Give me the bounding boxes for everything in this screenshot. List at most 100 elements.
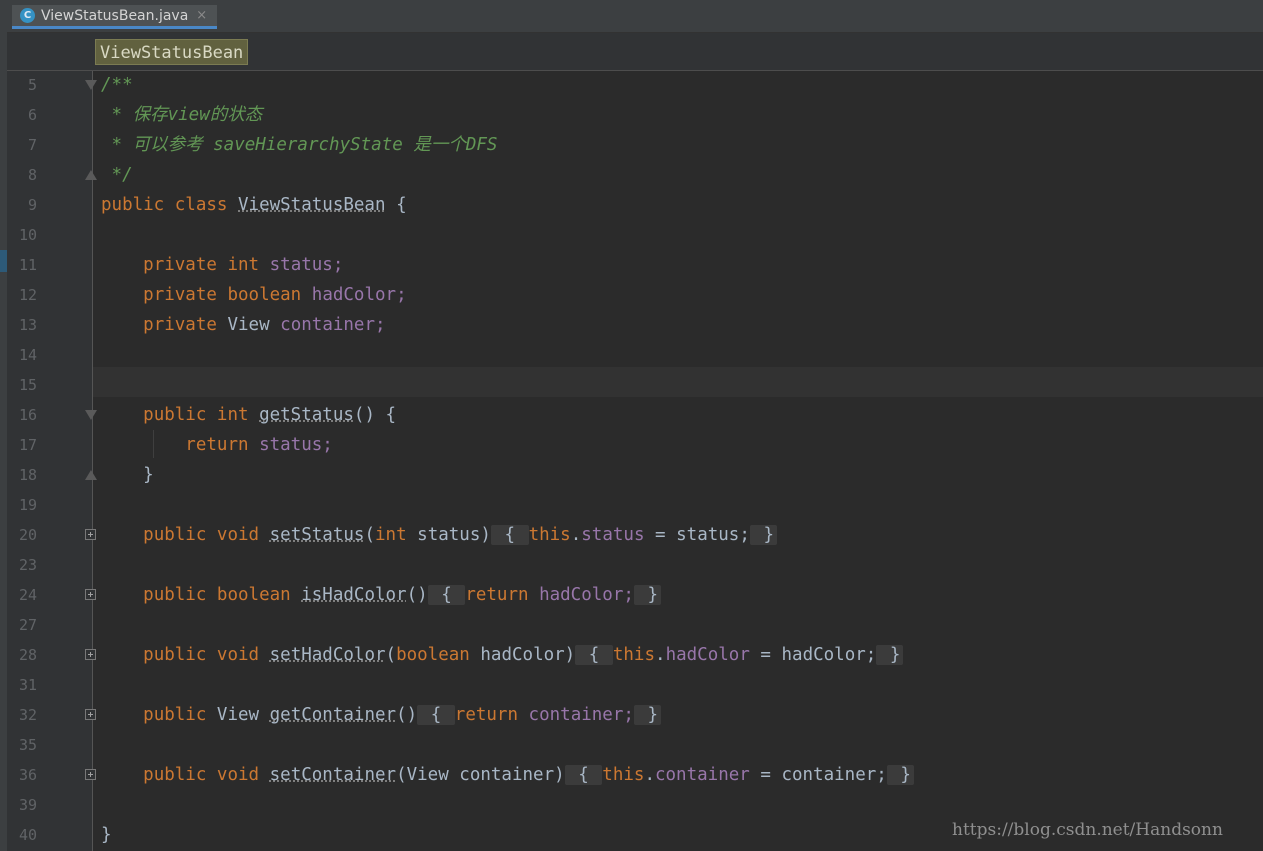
line-number: 11: [18, 256, 37, 274]
comment: /**: [101, 75, 133, 95]
keyword: int: [227, 255, 260, 275]
folded-region[interactable]: {: [427, 585, 466, 605]
code-line-12: private boolean hadColor;: [101, 280, 1261, 310]
line-number: 13: [18, 316, 37, 334]
code-line-5: /**: [101, 70, 1261, 100]
breadcrumb-class[interactable]: ViewStatusBean: [95, 39, 249, 65]
structure-marker: [0, 250, 7, 272]
expand-fold-icon[interactable]: [85, 709, 96, 720]
line-number: 24: [18, 586, 37, 604]
code-line-24: public boolean isHadColor() { return had…: [101, 580, 1261, 610]
code-line-27: [101, 610, 1261, 640]
code-line-32: public View getContainer() { return cont…: [101, 700, 1261, 730]
line-number: 39: [18, 796, 37, 814]
line-number: 17: [18, 436, 37, 454]
fold-end-icon[interactable]: [85, 170, 97, 180]
line-number: 8: [27, 166, 37, 184]
line-number: 19: [18, 496, 37, 514]
method-name: getContainer: [269, 705, 397, 725]
line-number: 40: [18, 826, 37, 844]
code-line-16: public int getStatus() {: [101, 400, 1261, 430]
line-number: 7: [27, 136, 37, 154]
keyword: public: [143, 585, 207, 605]
line-number: 27: [18, 616, 37, 634]
keyword: class: [174, 195, 228, 215]
folded-region[interactable]: {: [490, 525, 529, 545]
code-line-18: }: [101, 460, 1261, 490]
expand-fold-icon[interactable]: [85, 529, 96, 540]
brace: }: [101, 825, 112, 845]
field: hadColor;: [311, 285, 407, 305]
java-class-icon: C: [20, 8, 35, 23]
code-line-35: [101, 730, 1261, 760]
code-line-11: private int status;: [101, 250, 1261, 280]
field: hadColor: [665, 645, 750, 665]
keyword: boolean: [396, 645, 470, 665]
keyword: public: [143, 765, 207, 785]
class-name: ViewStatusBean: [238, 195, 386, 215]
code-line-17: return status;: [101, 430, 1261, 460]
keyword: public: [143, 405, 207, 425]
line-numbers: 5 6 7 8 9 10 11 12 13 14 15 16 17 18 19 …: [7, 70, 37, 850]
field: status: [581, 525, 645, 545]
code-line-10: [101, 220, 1261, 250]
keyword: this: [612, 645, 656, 665]
fold-end-icon[interactable]: [85, 470, 97, 480]
code-line-9: public class ViewStatusBean {: [101, 190, 1261, 220]
close-icon[interactable]: ×: [196, 8, 207, 23]
editor-tab-bar: C ViewStatusBean.java ×: [7, 0, 1263, 33]
line-number: 12: [18, 286, 37, 304]
editor-tab-viewstatusbean[interactable]: C ViewStatusBean.java ×: [12, 5, 218, 29]
line-number: 14: [18, 346, 37, 364]
keyword: boolean: [227, 285, 302, 305]
folded-region[interactable]: }: [633, 705, 661, 725]
line-number: 36: [18, 766, 37, 784]
code-line-7: * 可以参考 saveHierarchyState 是一个DFS: [101, 130, 1261, 160]
code-line-23: [101, 550, 1261, 580]
keyword: this: [528, 525, 571, 545]
keyword: void: [216, 765, 260, 785]
folded-region[interactable]: {: [417, 705, 455, 725]
code-line-39: [101, 790, 1261, 820]
method-name: setHadColor: [269, 645, 386, 665]
folded-region[interactable]: }: [886, 765, 914, 785]
line-number: 20: [18, 526, 37, 544]
code-editor[interactable]: /** * 保存view的状态 * 可以参考 saveHierarchyStat…: [101, 70, 1261, 850]
expand-fold-icon[interactable]: [85, 649, 96, 660]
method-name: setContainer: [269, 765, 397, 785]
keyword: public: [143, 705, 207, 725]
line-number: 15: [18, 376, 37, 394]
paren: (: [364, 525, 375, 545]
code-line-31: [101, 670, 1261, 700]
expand-fold-icon[interactable]: [85, 589, 96, 600]
keyword: int: [216, 405, 249, 425]
expand-fold-icon[interactable]: [85, 769, 96, 780]
line-number: 23: [18, 556, 37, 574]
keyword: return: [465, 585, 529, 605]
folded-region[interactable]: }: [633, 585, 661, 605]
keyword: int: [375, 525, 407, 545]
line-number: 28: [18, 646, 37, 664]
folded-region[interactable]: {: [564, 765, 603, 785]
keyword: return: [454, 705, 518, 725]
parens: (): [353, 405, 375, 425]
line-number: 6: [27, 106, 37, 124]
line-number: 31: [18, 676, 37, 694]
method-name: isHadColor: [301, 585, 407, 605]
line-number: 5: [27, 76, 37, 94]
field: status;: [259, 435, 333, 455]
breadcrumb-bar: ViewStatusBean: [7, 33, 1263, 71]
code-line-19: [101, 490, 1261, 520]
folded-region[interactable]: }: [876, 645, 904, 665]
comment: * 可以参考 saveHierarchyState 是一个DFS: [101, 135, 498, 155]
folded-region[interactable]: }: [749, 525, 777, 545]
fold-start-icon[interactable]: [85, 410, 97, 420]
folded-region[interactable]: {: [575, 645, 613, 665]
field: hadColor;: [539, 585, 634, 605]
field: container;: [280, 315, 386, 335]
code-line-36: public void setContainer(View container)…: [101, 760, 1261, 790]
line-number: 32: [18, 706, 37, 724]
keyword: this: [602, 765, 645, 785]
keyword: return: [185, 435, 249, 455]
fold-start-icon[interactable]: [85, 80, 97, 90]
